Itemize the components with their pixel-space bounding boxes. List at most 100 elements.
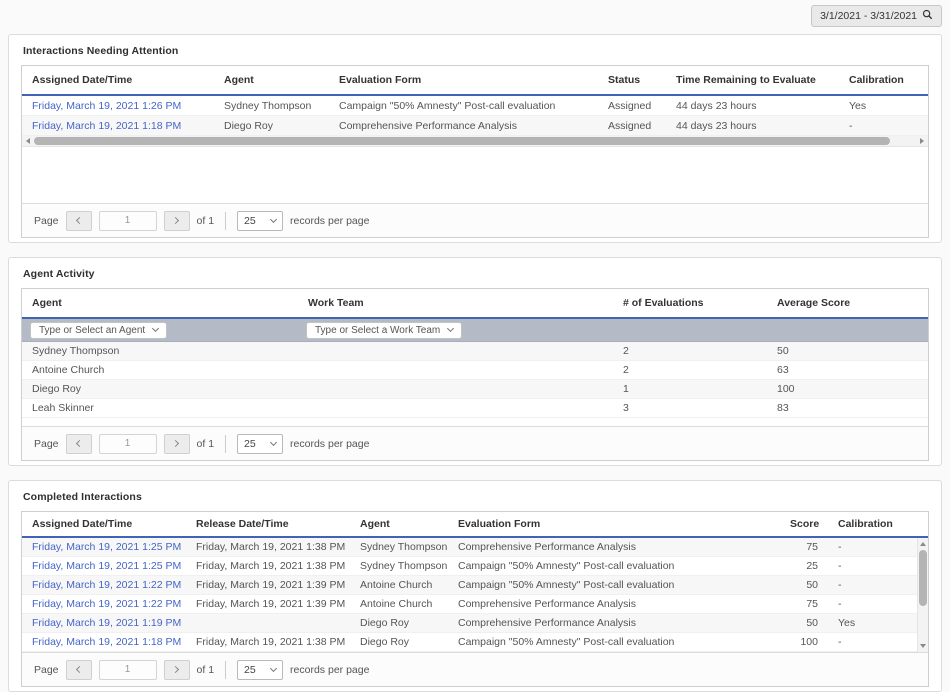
release-date-cell: Friday, March 19, 2021 1:38 PM (186, 560, 350, 572)
table-row: Diego Roy 1 100 (22, 380, 928, 399)
horizontal-scrollbar[interactable] (22, 136, 928, 147)
column-header-agent: Agent (22, 297, 298, 309)
column-header-score: Score (780, 518, 828, 530)
vertical-scrollbar-track[interactable] (918, 550, 928, 640)
triangle-left-icon (26, 138, 30, 144)
table-row: Friday, March 19, 2021 1:22 PM Friday, M… (22, 595, 928, 614)
panel-completed-interactions: Completed Interactions Assigned Date/Tim… (8, 480, 942, 692)
assigned-date-link[interactable]: Friday, March 19, 2021 1:22 PM (32, 579, 181, 591)
table-row: Friday, March 19, 2021 1:26 PM Sydney Th… (22, 96, 928, 116)
column-header-form: Evaluation Form (329, 74, 598, 86)
empty-table-space (22, 418, 928, 426)
next-page-button[interactable] (164, 434, 190, 454)
calibration-cell: - (828, 598, 928, 610)
agent-activity-table-header: Agent Work Team # of Evaluations Average… (22, 289, 928, 319)
previous-page-button[interactable] (66, 211, 92, 231)
previous-page-button[interactable] (66, 434, 92, 454)
chevron-right-icon (172, 440, 179, 447)
status-cell: Assigned (598, 100, 666, 112)
evaluations-cell: 2 (613, 364, 767, 376)
page-count-label: of 1 (197, 215, 215, 227)
column-header-calibration: Calibration (828, 518, 928, 530)
table-row: Leah Skinner 3 83 (22, 399, 928, 418)
status-cell: Assigned (598, 120, 666, 132)
evaluations-cell: 1 (613, 383, 767, 395)
time-remaining-cell: 44 days 23 hours (666, 120, 839, 132)
scroll-up-arrow[interactable] (918, 538, 928, 550)
scroll-down-arrow[interactable] (918, 640, 928, 652)
page-number-input[interactable] (99, 211, 157, 231)
assigned-date-link[interactable]: Friday, March 19, 2021 1:25 PM (32, 541, 181, 553)
vertical-scrollbar-thumb[interactable] (919, 550, 927, 606)
top-toolbar: 3/1/2021 - 3/31/2021 (8, 4, 942, 28)
chevron-down-icon (152, 325, 159, 332)
assigned-date-link[interactable]: Friday, March 19, 2021 1:26 PM (32, 100, 181, 112)
attention-table-header: Assigned Date/Time Agent Evaluation Form… (22, 66, 928, 96)
divider (225, 435, 226, 453)
page-number-input[interactable] (99, 434, 157, 454)
work-team-filter-dropdown[interactable]: Type or Select a Work Team (306, 322, 462, 339)
agent-cell: Antoine Church (22, 364, 298, 376)
calibration-cell: - (828, 541, 928, 553)
average-score-cell: 83 (767, 402, 928, 414)
score-cell: 50 (780, 617, 828, 629)
records-per-page-select[interactable]: 25 (237, 660, 283, 680)
scroll-right-arrow[interactable] (916, 136, 928, 146)
chevron-down-icon (270, 664, 277, 671)
assigned-date-link[interactable]: Friday, March 19, 2021 1:18 PM (32, 636, 181, 648)
horizontal-scrollbar-track[interactable] (34, 136, 916, 146)
filter-row: Type or Select an Agent Type or Select a… (22, 319, 928, 342)
release-date-cell: Friday, March 19, 2021 1:38 PM (186, 636, 350, 648)
column-header-release: Release Date/Time (186, 518, 350, 530)
next-page-button[interactable] (164, 660, 190, 680)
chevron-right-icon (172, 666, 179, 673)
evaluations-cell: 3 (613, 402, 767, 414)
column-header-evaluations: # of Evaluations (613, 297, 767, 309)
horizontal-scrollbar-thumb[interactable] (34, 137, 890, 145)
chevron-left-icon (76, 666, 83, 673)
table-row: Friday, March 19, 2021 1:18 PM Friday, M… (22, 633, 928, 652)
previous-page-button[interactable] (66, 660, 92, 680)
pagination-bar: Page of 1 25 records per page (22, 652, 928, 686)
chevron-down-icon (270, 438, 277, 445)
column-header-agent: Agent (214, 74, 329, 86)
assigned-date-link[interactable]: Friday, March 19, 2021 1:18 PM (32, 120, 181, 132)
calibration-cell: - (839, 120, 928, 132)
score-cell: 25 (780, 560, 828, 572)
assigned-date-link[interactable]: Friday, March 19, 2021 1:19 PM (32, 617, 181, 629)
agent-cell: Sydney Thompson (350, 541, 448, 553)
divider (225, 661, 226, 679)
records-per-page-select[interactable]: 25 (237, 211, 283, 231)
calibration-cell: - (828, 579, 928, 591)
column-header-form: Evaluation Form (448, 518, 780, 530)
column-header-calibration: Calibration (839, 74, 928, 86)
panel-interactions-needing-attention: Interactions Needing Attention Assigned … (8, 34, 942, 243)
agent-cell: Diego Roy (350, 636, 448, 648)
agent-cell: Diego Roy (350, 617, 448, 629)
divider (225, 212, 226, 230)
date-range-button[interactable]: 3/1/2021 - 3/31/2021 (811, 5, 942, 27)
assigned-date-link[interactable]: Friday, March 19, 2021 1:22 PM (32, 598, 181, 610)
agent-cell: Leah Skinner (22, 402, 298, 414)
release-date-cell: Friday, March 19, 2021 1:38 PM (186, 541, 350, 553)
records-per-page-label: records per page (290, 215, 369, 227)
records-per-page-select[interactable]: 25 (237, 434, 283, 454)
page-size-value: 25 (244, 438, 256, 450)
calibration-cell: Yes (828, 617, 928, 629)
average-score-cell: 50 (767, 345, 928, 357)
column-header-time-remaining: Time Remaining to Evaluate (666, 74, 839, 86)
score-cell: 75 (780, 598, 828, 610)
page-number-input[interactable] (99, 660, 157, 680)
release-date-cell: Friday, March 19, 2021 1:39 PM (186, 579, 350, 591)
scroll-left-arrow[interactable] (22, 136, 34, 146)
next-page-button[interactable] (164, 211, 190, 231)
date-range-label: 3/1/2021 - 3/31/2021 (820, 10, 917, 22)
vertical-scrollbar[interactable] (917, 538, 928, 652)
agent-cell: Antoine Church (350, 579, 448, 591)
agent-cell: Sydney Thompson (214, 100, 329, 112)
assigned-date-link[interactable]: Friday, March 19, 2021 1:25 PM (32, 560, 181, 572)
form-cell: Campaign "50% Amnesty" Post-call evaluat… (329, 100, 598, 112)
agent-filter-dropdown[interactable]: Type or Select an Agent (30, 322, 167, 339)
agent-cell: Diego Roy (22, 383, 298, 395)
form-cell: Campaign "50% Amnesty" Post-call evaluat… (448, 579, 780, 591)
